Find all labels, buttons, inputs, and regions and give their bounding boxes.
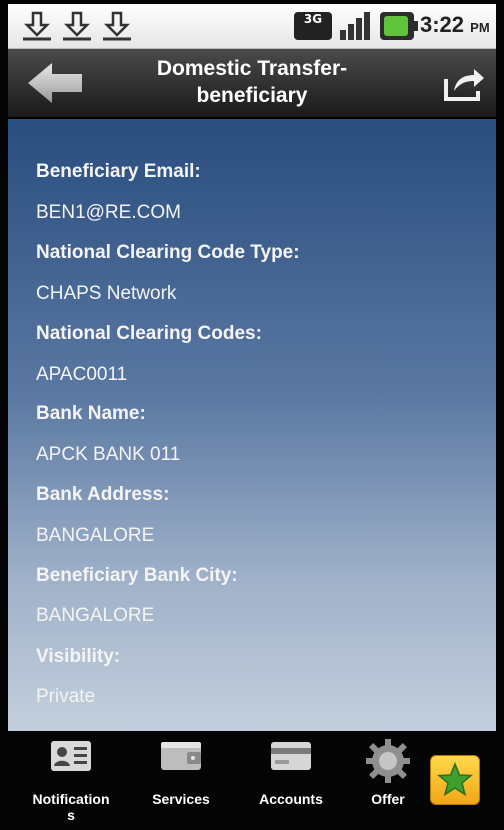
bank-city-value: BANGALORE	[36, 605, 155, 626]
clearing-code-type-label: National Clearing Code Type:	[36, 242, 300, 263]
beneficiary-details: Beneficiary Email: BEN1@RE.COM National …	[8, 119, 496, 731]
title-bar: Domestic Transfer- beneficiary	[8, 49, 496, 119]
status-bar: 3G 3:22 PM	[8, 4, 496, 49]
gear-icon	[366, 739, 410, 783]
bank-city-label: Beneficiary Bank City:	[36, 565, 238, 586]
clock: 3:22 PM	[420, 12, 490, 38]
star-icon	[437, 762, 473, 797]
nav-accounts[interactable]: Accounts	[236, 733, 346, 830]
bank-address-label: Bank Address:	[36, 484, 170, 505]
share-button[interactable]	[438, 61, 488, 105]
back-arrow-icon	[28, 63, 82, 103]
share-icon	[444, 69, 484, 101]
nav-offer-label: Offer	[371, 791, 405, 807]
download-icon	[20, 10, 54, 42]
favorite-button[interactable]	[430, 755, 480, 805]
bottom-nav: Notification s Services Accounts Offer	[8, 733, 496, 830]
card-icon	[269, 739, 313, 773]
bank-name-label: Bank Name:	[36, 403, 146, 424]
network-3g-icon: 3G	[294, 12, 332, 40]
clearing-code-type-value: CHAPS Network	[36, 283, 177, 304]
visibility-label: Visibility:	[36, 646, 121, 667]
nav-notifications-label: Notification s	[16, 791, 126, 823]
nav-services[interactable]: Services	[126, 733, 236, 830]
clearing-codes-value: APAC0011	[36, 364, 128, 385]
nav-offer[interactable]: Offer	[342, 733, 434, 830]
download-icon	[60, 10, 94, 42]
network-label: 3G	[303, 12, 323, 26]
signal-icon	[338, 10, 374, 42]
visibility-value: Private	[36, 686, 96, 707]
clock-ampm: PM	[470, 20, 490, 35]
back-button[interactable]	[24, 59, 86, 107]
battery-icon	[380, 12, 418, 40]
clearing-codes-label: National Clearing Codes:	[36, 323, 262, 344]
bank-name-value: APCK BANK 011	[36, 444, 181, 465]
wallet-icon	[159, 739, 203, 773]
beneficiary-email-label: Beneficiary Email:	[36, 161, 201, 182]
nav-accounts-label: Accounts	[259, 791, 323, 807]
nav-notifications-label-line2: s	[67, 807, 75, 823]
page-title-line2: beneficiary	[196, 84, 308, 107]
clock-time: 3:22	[420, 12, 465, 37]
nav-notifications-label-line1: Notification	[32, 791, 110, 807]
nav-notifications[interactable]: Notification s	[16, 733, 126, 830]
beneficiary-email-value: BEN1@RE.COM	[36, 202, 181, 223]
page-title-line1: Domestic Transfer-	[156, 57, 348, 80]
download-icon	[100, 10, 134, 42]
bank-address-value: BANGALORE	[36, 525, 155, 546]
nav-services-label: Services	[152, 791, 210, 807]
page-title: Domestic Transfer- beneficiary	[118, 55, 386, 109]
device-frame: 3G 3:22 PM Domestic Transfer- beneficiar…	[0, 0, 504, 830]
contact-card-icon	[49, 739, 93, 773]
